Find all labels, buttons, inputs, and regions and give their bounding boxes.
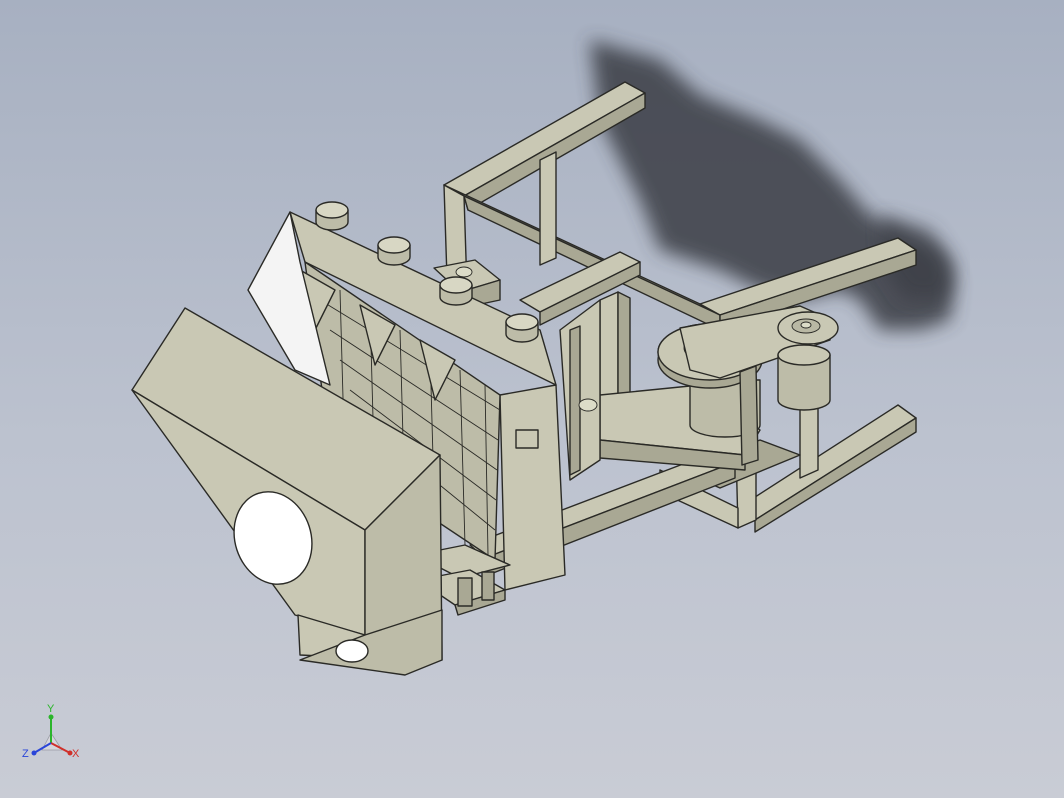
triad-x-label: X <box>72 748 80 760</box>
triad-y-label: Y <box>47 703 55 715</box>
cad-graphics-viewport[interactable]: Y X Z <box>0 0 1064 798</box>
triad-z-label: Z <box>22 748 29 760</box>
cad-model-view[interactable] <box>0 0 1064 798</box>
coordinate-triad: Y X Z <box>22 703 82 765</box>
housing-lower-hole <box>335 639 369 663</box>
